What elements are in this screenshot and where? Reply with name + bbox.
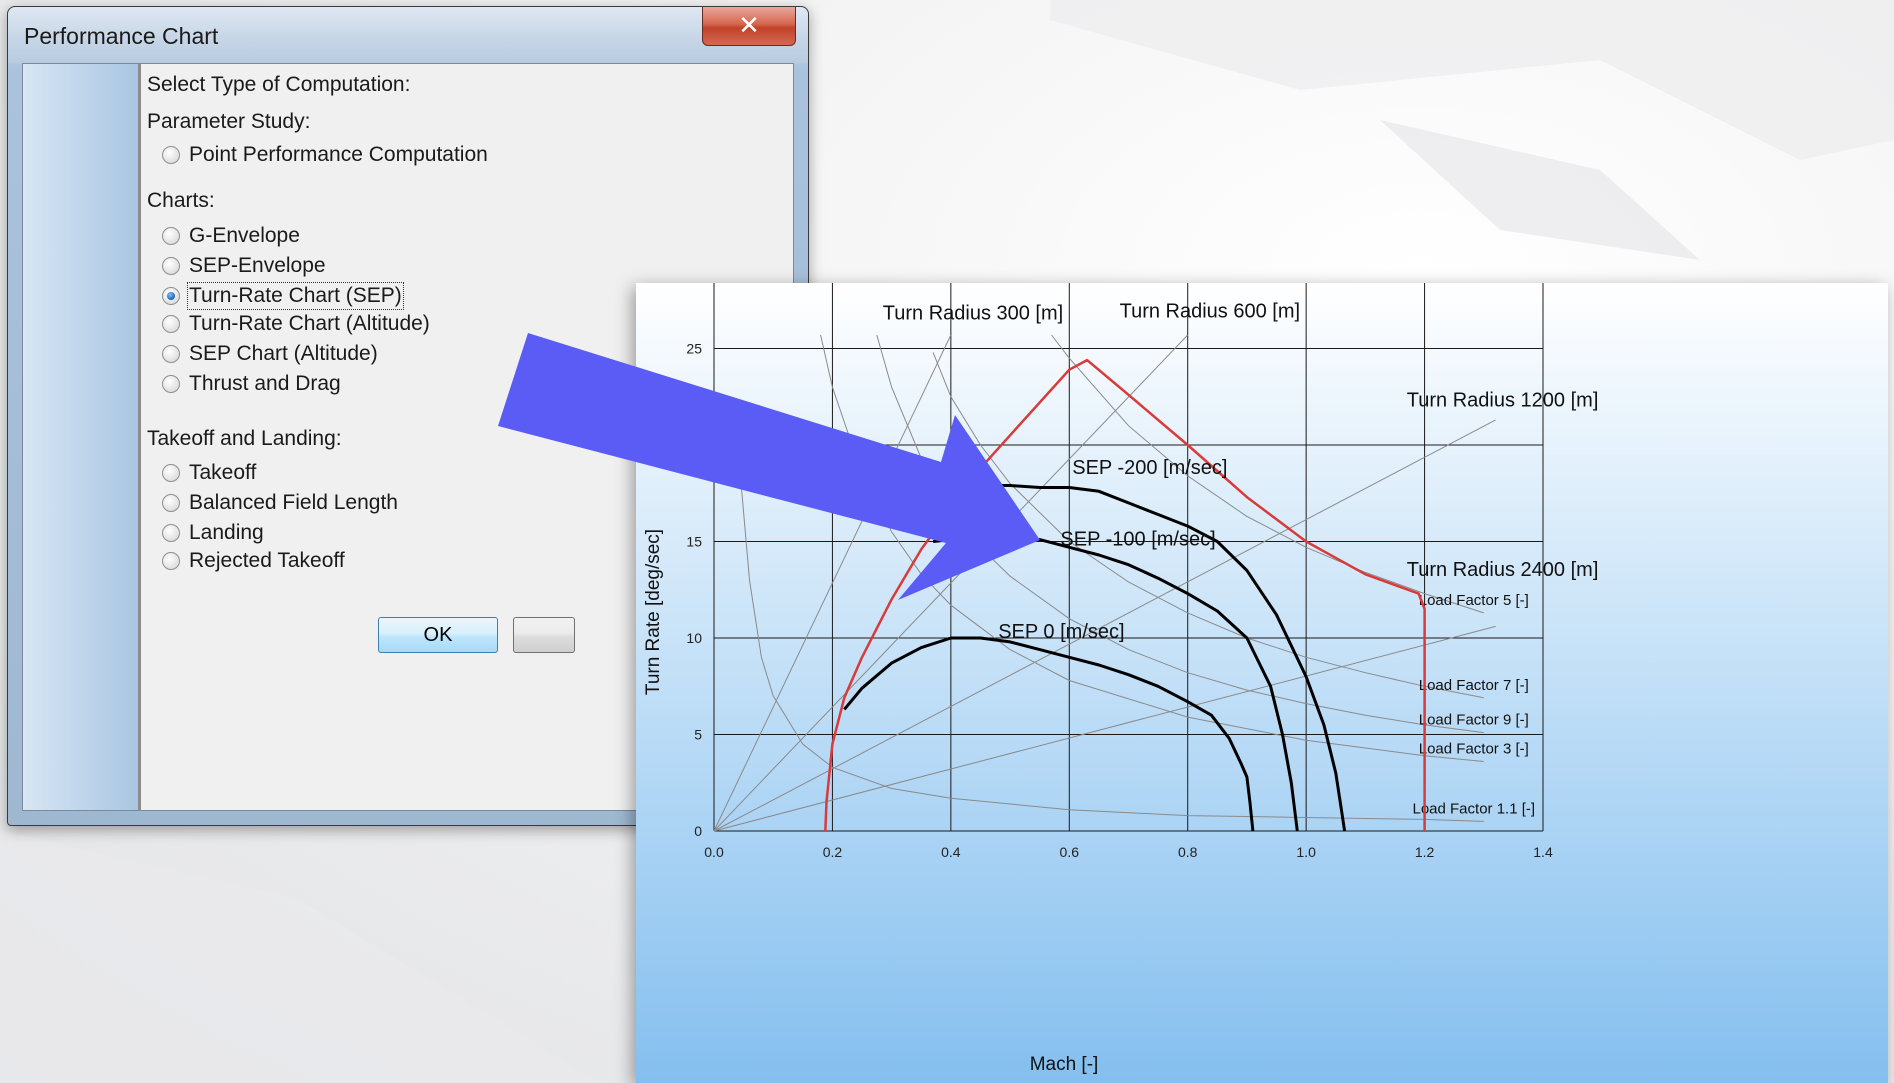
radio-landing[interactable]: Landing xyxy=(162,521,264,545)
turn-rate-chart: Load Factor 9 [-] Load Factor 7 [-] Load F… xyxy=(636,283,1888,1083)
radio-label: G-Envelope xyxy=(189,224,300,247)
charts-label: Charts: xyxy=(147,189,215,212)
radio-thrust-drag[interactable]: Thrust and Drag xyxy=(162,372,341,396)
radio-button[interactable] xyxy=(162,345,180,363)
dialog-title: Performance Chart xyxy=(24,23,219,49)
radio-label: Rejected Takeoff xyxy=(189,549,345,572)
x-tick-label: 1.2 xyxy=(1415,844,1435,860)
radio-g-envelope[interactable]: G-Envelope xyxy=(162,224,300,248)
x-axis-label: Mach [-] xyxy=(1030,1054,1099,1075)
radio-point-performance[interactable]: Point Performance Computation xyxy=(162,143,488,167)
close-icon: ✕ xyxy=(738,11,760,41)
x-tick-label: 0.6 xyxy=(1060,844,1080,860)
dialog-titlebar[interactable]: Performance Chart ✕ xyxy=(8,7,808,63)
radio-balanced-field-length[interactable]: Balanced Field Length xyxy=(162,491,398,515)
radio-label: Balanced Field Length xyxy=(189,491,398,514)
y-tick-label: 0 xyxy=(694,823,702,839)
radio-button[interactable] xyxy=(162,524,180,542)
chart-annotation: Turn Radius 600 [m] xyxy=(1120,301,1300,323)
radio-label: Point Performance Computation xyxy=(189,143,488,166)
radio-sep-envelope[interactable]: SEP-Envelope xyxy=(162,254,326,278)
radio-label: Takeoff xyxy=(189,461,257,484)
radio-label: SEP Chart (Altitude) xyxy=(189,342,378,365)
y-tick-label: 10 xyxy=(686,630,702,646)
radio-takeoff[interactable]: Takeoff xyxy=(162,461,256,485)
radio-button[interactable] xyxy=(162,227,180,245)
radio-label: Turn-Rate Chart (SEP) xyxy=(187,282,404,310)
load-factor-label: Load Factor 7 [-] xyxy=(1419,677,1529,694)
radio-turn-rate-altitude[interactable]: Turn-Rate Chart (Altitude) xyxy=(162,312,430,336)
x-tick-label: 0.2 xyxy=(823,844,843,860)
chart-annotation: Turn Radius 2400 [m] xyxy=(1407,559,1599,581)
radio-button[interactable] xyxy=(162,146,180,164)
x-tick-label: 0.8 xyxy=(1178,844,1198,860)
plot-background xyxy=(636,283,1888,1083)
parameter-study-label: Parameter Study: xyxy=(147,110,311,133)
select-computation-label: Select Type of Computation: xyxy=(147,73,411,96)
load-factor-label: Load Factor 3 [-] xyxy=(1419,741,1529,758)
radio-button[interactable] xyxy=(162,257,180,275)
ok-button[interactable]: OK xyxy=(378,617,498,653)
load-factor-label: Load Factor 1.1 [-] xyxy=(1412,800,1535,817)
x-tick-label: 0.4 xyxy=(941,844,961,860)
chart-annotation: Turn Radius 1200 [m] xyxy=(1407,389,1599,411)
x-tick-label: 1.4 xyxy=(1533,844,1553,860)
y-tick-label: 20 xyxy=(686,437,702,453)
cancel-button[interactable] xyxy=(513,617,575,653)
chart-annotation: SEP -100 [m/sec] xyxy=(1060,528,1215,550)
x-tick-label: 0.0 xyxy=(704,844,724,860)
chart-annotation: Turn Radius 300 [m] xyxy=(883,303,1063,325)
chart-annotation: SEP 0 [m/sec] xyxy=(998,621,1124,643)
radio-button[interactable] xyxy=(162,375,180,393)
radio-turn-rate-sep[interactable]: Turn-Rate Chart (SEP) xyxy=(162,282,404,310)
radio-button[interactable] xyxy=(162,464,180,482)
dialog-side-panel xyxy=(23,64,141,810)
load-factor-label: Load Factor 5 [-] xyxy=(1419,592,1529,609)
radio-button-selected[interactable] xyxy=(162,287,180,305)
radio-label: Thrust and Drag xyxy=(189,372,341,395)
radio-button[interactable] xyxy=(162,552,180,570)
y-tick-label: 25 xyxy=(686,341,702,357)
radio-label: Landing xyxy=(189,521,264,544)
radio-sep-altitude[interactable]: SEP Chart (Altitude) xyxy=(162,342,378,366)
radio-label: Turn-Rate Chart (Altitude) xyxy=(189,312,430,335)
y-tick-label: 5 xyxy=(694,727,702,743)
radio-label: SEP-Envelope xyxy=(189,254,326,277)
x-tick-label: 1.0 xyxy=(1296,844,1316,860)
radio-button[interactable] xyxy=(162,494,180,512)
chart-annotation: SEP -200 [m/sec] xyxy=(1072,457,1227,479)
turn-rate-chart-panel: Load Factor 9 [-] Load Factor 7 [-] Load F… xyxy=(636,283,1888,1083)
radio-button[interactable] xyxy=(162,315,180,333)
y-tick-label: 15 xyxy=(686,534,702,550)
close-button[interactable]: ✕ xyxy=(702,7,796,46)
radio-rejected-takeoff[interactable]: Rejected Takeoff xyxy=(162,549,345,573)
load-factor-label: Load Factor 9 [-] xyxy=(1419,712,1529,729)
y-axis-label: Turn Rate [deg/sec] xyxy=(643,529,664,695)
takeoff-landing-label: Takeoff and Landing: xyxy=(147,427,342,450)
